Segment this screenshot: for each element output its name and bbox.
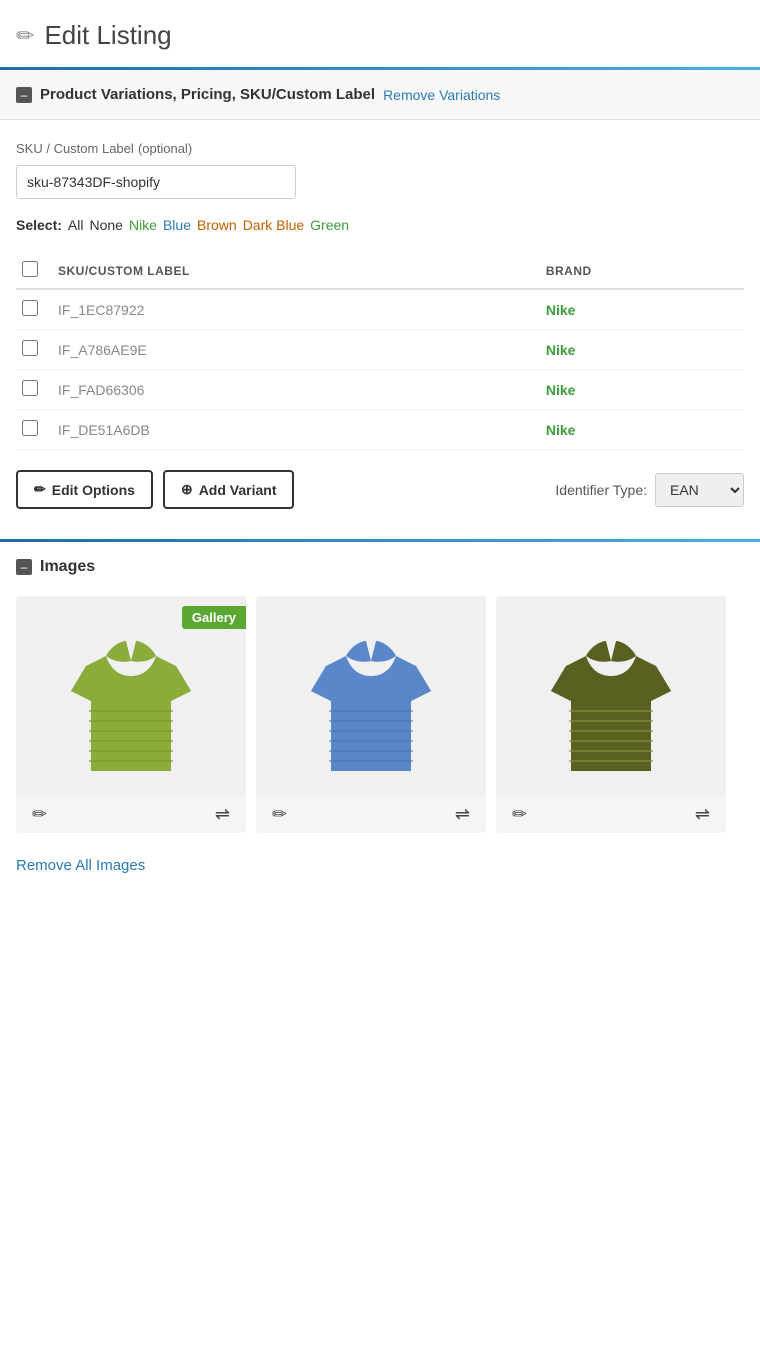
brand-cell-3: Nike [540, 370, 744, 410]
brand-cell-1: Nike [540, 289, 744, 330]
shirt-placeholder-3 [496, 596, 726, 796]
edit-options-label: Edit Options [52, 482, 135, 498]
collapse-icon[interactable]: – [16, 87, 32, 103]
edit-image-icon-2[interactable]: ✏ [272, 804, 287, 825]
sku-cell-4: IF_DE51A6DB [52, 410, 540, 450]
images-section: Gallery ✏ ⇌ [0, 580, 760, 890]
swap-image-icon-2[interactable]: ⇌ [455, 804, 470, 825]
image-item-2: ✏ ⇌ [256, 596, 486, 833]
images-collapse-icon[interactable]: – [16, 559, 32, 575]
images-section-header: – Images [0, 542, 760, 580]
select-dark-blue[interactable]: Dark Blue [243, 217, 304, 233]
sku-cell-1: IF_1EC87922 [52, 289, 540, 330]
select-none[interactable]: None [89, 217, 122, 233]
shirt-svg-1 [61, 611, 201, 781]
remove-variations-link[interactable]: Remove Variations [383, 87, 500, 103]
table-row: IF_1EC87922 Nike [16, 289, 744, 330]
shirt-svg-3 [541, 611, 681, 781]
swap-image-icon-3[interactable]: ⇌ [695, 804, 710, 825]
select-brown[interactable]: Brown [197, 217, 237, 233]
row-checkbox-4[interactable] [22, 420, 38, 436]
select-blue[interactable]: Blue [163, 217, 191, 233]
edit-options-button[interactable]: ✏ Edit Options [16, 470, 153, 509]
select-label: Select: [16, 217, 62, 233]
image-actions-1: ✏ ⇌ [16, 796, 246, 833]
table-header-sku: SKU/CUSTOM LABEL [52, 253, 540, 289]
sku-optional: (optional) [138, 141, 192, 156]
plus-icon: ⊕ [181, 481, 193, 498]
table-header-checkbox [16, 253, 52, 289]
select-row: Select: All None Nike Blue Brown Dark Bl… [16, 217, 744, 233]
brand-cell-4: Nike [540, 410, 744, 450]
remove-all-images-link[interactable]: Remove All Images [16, 857, 145, 874]
sku-label: SKU / Custom Label (optional) [16, 140, 744, 157]
image-item-1: Gallery ✏ ⇌ [16, 596, 246, 833]
shirt-svg-2 [301, 611, 441, 781]
table-header-brand: BRAND [540, 253, 744, 289]
identifier-row: Identifier Type: EAN UPC ISBN ASIN [555, 473, 744, 507]
table-row: IF_A786AE9E Nike [16, 330, 744, 370]
pencil-icon: ✏ [34, 481, 46, 498]
identifier-type-label: Identifier Type: [555, 482, 647, 498]
product-variations-section-header: – Product Variations, Pricing, SKU/Custo… [0, 70, 760, 120]
edit-image-icon-1[interactable]: ✏ [32, 804, 47, 825]
variations-content: SKU / Custom Label (optional) Select: Al… [0, 120, 760, 539]
sku-input[interactable] [16, 165, 296, 199]
identifier-type-select[interactable]: EAN UPC ISBN ASIN [655, 473, 744, 507]
variations-section-title: Product Variations, Pricing, SKU/Custom … [40, 86, 375, 103]
gallery-badge: Gallery [182, 606, 246, 629]
brand-cell-2: Nike [540, 330, 744, 370]
sku-cell-3: IF_FAD66306 [52, 370, 540, 410]
edit-image-icon-3[interactable]: ✏ [512, 804, 527, 825]
images-grid: Gallery ✏ ⇌ [16, 596, 744, 833]
select-green[interactable]: Green [310, 217, 349, 233]
image-actions-3: ✏ ⇌ [496, 796, 726, 833]
swap-image-icon-1[interactable]: ⇌ [215, 804, 230, 825]
action-row: ✏ Edit Options ⊕ Add Variant Identifier … [16, 470, 744, 509]
variants-table: SKU/CUSTOM LABEL BRAND IF_1EC87922 Nike … [16, 253, 744, 450]
image-actions-2: ✏ ⇌ [256, 796, 486, 833]
row-checkbox-1[interactable] [22, 300, 38, 316]
page-title: Edit Listing [44, 20, 171, 51]
select-nike[interactable]: Nike [129, 217, 157, 233]
row-checkbox-3[interactable] [22, 380, 38, 396]
select-all[interactable]: All [68, 217, 84, 233]
shirt-placeholder-2 [256, 596, 486, 796]
row-checkbox-2[interactable] [22, 340, 38, 356]
select-all-checkbox[interactable] [22, 261, 38, 277]
page-header: ✏ Edit Listing [0, 0, 760, 67]
add-variant-button[interactable]: ⊕ Add Variant [163, 470, 295, 509]
sku-cell-2: IF_A786AE9E [52, 330, 540, 370]
table-row: IF_FAD66306 Nike [16, 370, 744, 410]
add-variant-label: Add Variant [199, 482, 277, 498]
image-item-3: ✏ ⇌ [496, 596, 726, 833]
edit-listing-icon: ✏ [16, 23, 34, 49]
images-section-title: Images [40, 558, 95, 576]
table-row: IF_DE51A6DB Nike [16, 410, 744, 450]
